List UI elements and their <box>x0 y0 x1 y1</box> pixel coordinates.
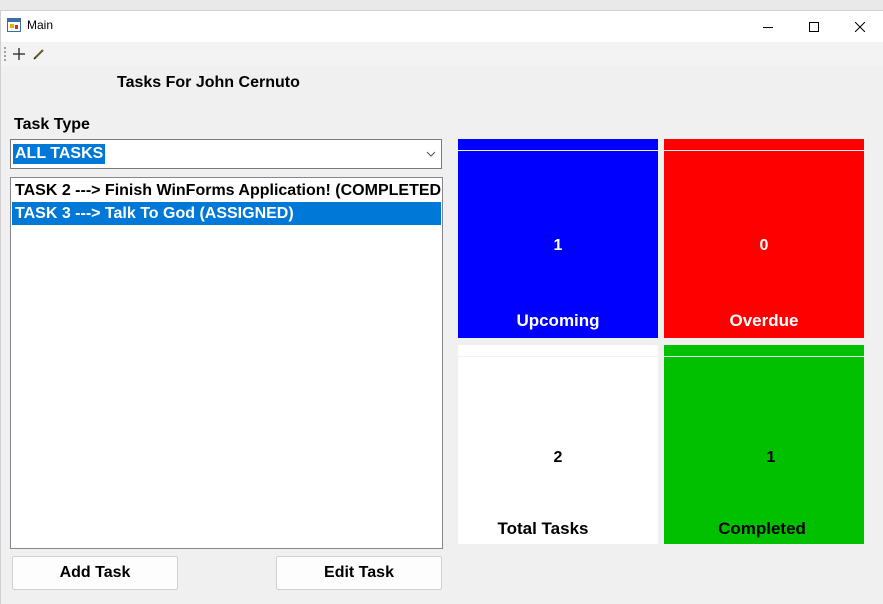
maximize-button[interactable] <box>791 11 837 42</box>
pencil-icon <box>33 49 44 60</box>
close-button[interactable] <box>837 11 883 42</box>
task-list-item-selected[interactable]: TASK 3 ---> Talk To God (ASSIGNED) <box>12 202 441 225</box>
total-tasks-tile-strip <box>458 345 658 356</box>
add-task-button[interactable]: Add Task <box>12 556 178 590</box>
task-list[interactable]: TASK 2 ---> Finish WinForms Application!… <box>10 177 443 549</box>
overdue-count: 0 <box>759 237 769 254</box>
minimize-button[interactable] <box>745 11 791 42</box>
edit-task-button[interactable]: Edit Task <box>276 556 442 590</box>
task-type-select[interactable]: ALL TASKS <box>10 139 442 169</box>
upcoming-tile: 1 Upcoming <box>458 139 658 339</box>
total-tasks-tile: 2 Total Tasks <box>458 345 658 545</box>
completed-tile: 1 Completed <box>664 345 864 545</box>
upcoming-tile-body: 1 Upcoming <box>458 151 658 338</box>
page-title: Tasks For John Cernuto <box>117 74 300 91</box>
upcoming-tile-strip <box>458 139 658 150</box>
main-window: Main Tasks For John Cernuto Task Type AL… <box>0 10 883 604</box>
upcoming-count: 1 <box>553 237 563 254</box>
completed-tile-strip <box>664 345 864 356</box>
minimize-icon <box>763 26 773 28</box>
overdue-tile-body: 0 Overdue <box>664 151 864 338</box>
plus-icon <box>13 48 25 60</box>
maximize-icon <box>809 21 819 32</box>
toolbar-grip[interactable] <box>4 47 8 61</box>
title-bar: Main <box>1 11 883 42</box>
window-title: Main <box>27 18 54 32</box>
task-type-label: Task Type <box>14 116 90 133</box>
overdue-tile: 0 Overdue <box>664 139 864 339</box>
overdue-tile-strip <box>664 139 864 150</box>
chevron-down-icon <box>426 151 436 157</box>
app-icon <box>7 18 21 32</box>
background-window-strip <box>0 0 883 10</box>
upcoming-label: Upcoming <box>516 311 600 330</box>
close-icon <box>855 21 865 32</box>
completed-count: 1 <box>766 449 776 466</box>
total-tasks-tile-body: 2 Total Tasks <box>458 357 658 544</box>
completed-tile-body: 1 Completed <box>664 357 864 544</box>
completed-label: Completed <box>718 519 806 538</box>
task-list-item[interactable]: TASK 2 ---> Finish WinForms Application!… <box>12 179 441 202</box>
edit-toolbar-button[interactable] <box>31 45 47 63</box>
total-tasks-label: Total Tasks <box>497 519 589 538</box>
add-toolbar-button[interactable] <box>11 45 27 63</box>
total-tasks-count: 2 <box>553 449 563 466</box>
task-type-selected-value: ALL TASKS <box>13 144 106 164</box>
toolbar <box>1 42 883 66</box>
overdue-label: Overdue <box>729 311 799 330</box>
